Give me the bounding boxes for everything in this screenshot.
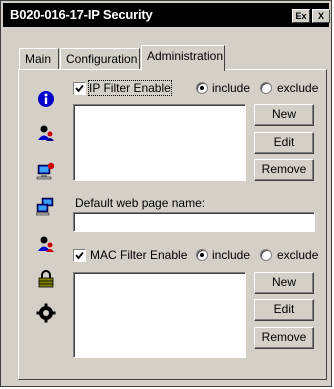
tab-configuration[interactable]: Configuration xyxy=(60,48,140,69)
ip-include-label[interactable]: include xyxy=(212,81,250,95)
exit-icon: Ex xyxy=(295,11,307,21)
ip-remove-button[interactable]: Remove xyxy=(254,159,314,181)
exit-button[interactable]: Ex xyxy=(292,9,310,23)
mac-edit-button[interactable]: Edit xyxy=(254,299,314,321)
user-icon[interactable] xyxy=(36,123,56,143)
check-icon xyxy=(75,251,84,260)
ip-exclude-label[interactable]: exclude xyxy=(277,81,318,95)
mac-remove-button[interactable]: Remove xyxy=(254,327,314,349)
settings-gear-icon[interactable] xyxy=(36,303,56,323)
tab-administration-label: Administration xyxy=(147,49,224,63)
ip-filter-enable-checkbox[interactable] xyxy=(73,82,86,95)
ip-filter-enable-label[interactable]: IP Filter Enable xyxy=(88,80,172,96)
mac-filter-enable-checkbox[interactable] xyxy=(73,249,86,262)
mac-include-radio[interactable] xyxy=(196,249,208,261)
security-window: B020-016-17-IP Security Ex X Main Config… xyxy=(0,0,332,387)
close-button[interactable]: X xyxy=(312,9,330,23)
window-title: B020-016-17-IP Security xyxy=(10,7,153,22)
mac-exclude-radio[interactable] xyxy=(260,249,272,261)
check-icon xyxy=(75,84,84,93)
mac-filter-list[interactable] xyxy=(73,272,246,358)
mac-filter-enable-label[interactable]: MAC Filter Enable xyxy=(90,248,187,262)
ip-include-radio[interactable] xyxy=(196,82,208,94)
network-computers-icon[interactable] xyxy=(36,197,56,217)
default-page-label: Default web page name: xyxy=(75,196,206,210)
user-alert-icon[interactable] xyxy=(36,234,56,254)
ip-exclude-radio[interactable] xyxy=(260,82,272,94)
tab-main-label: Main xyxy=(25,52,52,66)
lock-icon[interactable] xyxy=(36,269,56,289)
computer-alert-icon[interactable] xyxy=(36,161,56,181)
tab-administration[interactable]: Administration xyxy=(141,45,225,71)
tab-configuration-label: Configuration xyxy=(66,52,138,66)
ip-edit-button[interactable]: Edit xyxy=(254,132,314,154)
title-bar[interactable]: B020-016-17-IP Security Ex X xyxy=(3,3,330,27)
mac-include-label[interactable]: include xyxy=(212,248,250,262)
tab-main[interactable]: Main xyxy=(19,48,59,69)
ip-new-button[interactable]: New xyxy=(254,104,314,126)
mac-new-button[interactable]: New xyxy=(254,272,314,294)
ip-filter-list[interactable] xyxy=(73,104,246,181)
close-icon: X xyxy=(317,11,324,21)
default-page-input[interactable] xyxy=(73,212,315,232)
info-icon[interactable] xyxy=(36,89,56,109)
mac-exclude-label[interactable]: exclude xyxy=(277,248,318,262)
